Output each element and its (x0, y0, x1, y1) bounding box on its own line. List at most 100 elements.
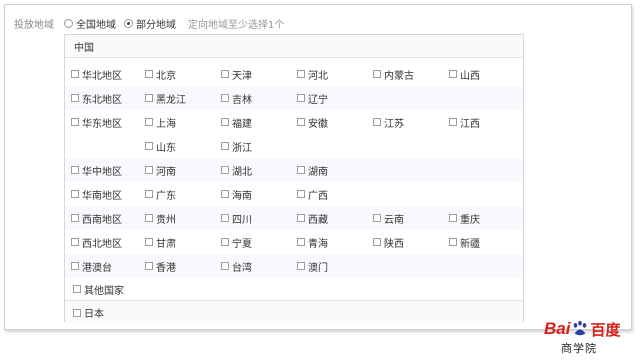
checkbox-icon[interactable] (373, 238, 381, 246)
checkbox-icon[interactable] (221, 214, 229, 222)
japan-row[interactable]: 日本 (65, 301, 523, 324)
checkbox-icon[interactable] (71, 190, 79, 198)
checkbox-icon[interactable] (71, 94, 79, 102)
province-checkbox[interactable]: 吉林 (221, 86, 252, 110)
checkbox-icon[interactable] (145, 70, 153, 78)
province-checkbox[interactable]: 河北 (297, 62, 328, 86)
province-name: 重庆 (460, 214, 480, 226)
checkbox-icon[interactable] (221, 70, 229, 78)
province-checkbox[interactable]: 上海 (145, 110, 176, 134)
province-checkbox[interactable]: 山东 (145, 134, 176, 158)
checkbox-icon[interactable] (297, 70, 305, 78)
checkbox-icon[interactable] (145, 118, 153, 126)
checkbox-icon[interactable] (71, 118, 79, 126)
checkbox-icon[interactable] (373, 70, 381, 78)
checkbox-icon[interactable] (145, 214, 153, 222)
other-countries-row[interactable]: 其他国家 (65, 278, 523, 301)
province-checkbox[interactable]: 甘肃 (145, 230, 176, 254)
checkbox-icon[interactable] (71, 166, 79, 174)
province-checkbox[interactable]: 青海 (297, 230, 328, 254)
checkbox-icon[interactable] (71, 238, 79, 246)
province-checkbox[interactable]: 浙江 (221, 134, 252, 158)
province-checkbox[interactable]: 贵州 (145, 206, 176, 230)
province-checkbox[interactable]: 天津 (221, 62, 252, 86)
checkbox-icon[interactable] (449, 214, 457, 222)
province-checkbox[interactable]: 安徽 (297, 110, 328, 134)
checkbox-icon[interactable] (145, 142, 153, 150)
checkbox-icon[interactable] (373, 118, 381, 126)
province-checkbox[interactable]: 海南 (221, 182, 252, 206)
checkbox-icon[interactable] (449, 238, 457, 246)
province-checkbox[interactable]: 福建 (221, 110, 252, 134)
region-checkbox[interactable]: 华中地区 (71, 158, 122, 182)
region-checkbox[interactable]: 港澳台 (71, 254, 112, 278)
region-checkbox[interactable]: 华东地区 (71, 110, 122, 134)
checkbox-icon[interactable] (297, 262, 305, 270)
checkbox-icon[interactable] (145, 166, 153, 174)
checkbox-icon[interactable] (71, 214, 79, 222)
radio-circle-icon[interactable] (64, 18, 73, 28)
province-name: 福建 (232, 118, 252, 130)
province-checkbox[interactable]: 重庆 (449, 206, 480, 230)
province-checkbox[interactable]: 湖北 (221, 158, 252, 182)
checkbox-icon[interactable] (221, 238, 229, 246)
checkbox-icon[interactable] (71, 262, 79, 270)
checkbox-icon[interactable] (145, 190, 153, 198)
region-checkbox[interactable]: 西南地区 (71, 206, 122, 230)
region-selector: 中国 华北地区 北京 天津 河北 内蒙古 山西 东北地区 黑龙江 吉林 辽宁 华东地区 上海 福建 安徽 江… (64, 34, 524, 324)
province-checkbox[interactable]: 北京 (145, 62, 176, 86)
checkbox-icon[interactable] (449, 118, 457, 126)
province-checkbox[interactable]: 四川 (221, 206, 252, 230)
province-name: 北京 (156, 70, 176, 82)
province-checkbox[interactable]: 山西 (449, 62, 480, 86)
checkbox-icon[interactable] (221, 166, 229, 174)
province-checkbox[interactable]: 广西 (297, 182, 328, 206)
province-checkbox[interactable]: 江西 (449, 110, 480, 134)
region-name: 华北地区 (82, 70, 122, 82)
region-checkbox[interactable]: 华南地区 (71, 182, 122, 206)
region-checkbox[interactable]: 华北地区 (71, 62, 122, 86)
province-name: 澳门 (308, 262, 328, 274)
region-checkbox[interactable]: 东北地区 (71, 86, 122, 110)
checkbox-icon[interactable] (297, 118, 305, 126)
province-checkbox[interactable]: 西藏 (297, 206, 328, 230)
checkbox-icon[interactable] (71, 70, 79, 78)
checkbox-icon[interactable] (297, 238, 305, 246)
checkbox-icon[interactable] (145, 94, 153, 102)
checkbox-icon[interactable] (221, 262, 229, 270)
radio-all-regions[interactable]: 全国地域 (64, 16, 116, 31)
checkbox-icon[interactable] (297, 190, 305, 198)
radio-partial-regions[interactable]: 部分地域 (124, 16, 176, 31)
region-name: 西南地区 (82, 214, 122, 226)
checkbox-icon[interactable] (221, 118, 229, 126)
radio-circle-checked-icon[interactable] (124, 18, 133, 28)
checkbox-icon[interactable] (221, 190, 229, 198)
province-checkbox[interactable]: 湖南 (297, 158, 328, 182)
checkbox-icon[interactable] (73, 308, 81, 317)
province-checkbox[interactable]: 云南 (373, 206, 404, 230)
province-checkbox[interactable]: 黑龙江 (145, 86, 186, 110)
checkbox-icon[interactable] (221, 142, 229, 150)
province-name: 河南 (156, 166, 176, 178)
checkbox-icon[interactable] (449, 70, 457, 78)
checkbox-icon[interactable] (297, 214, 305, 222)
province-checkbox[interactable]: 陕西 (373, 230, 404, 254)
province-checkbox[interactable]: 澳门 (297, 254, 328, 278)
checkbox-icon[interactable] (221, 94, 229, 102)
checkbox-icon[interactable] (297, 94, 305, 102)
checkbox-icon[interactable] (145, 262, 153, 270)
province-checkbox[interactable]: 新疆 (449, 230, 480, 254)
province-checkbox[interactable]: 江苏 (373, 110, 404, 134)
province-checkbox[interactable]: 辽宁 (297, 86, 328, 110)
province-checkbox[interactable]: 内蒙古 (373, 62, 414, 86)
region-checkbox[interactable]: 西北地区 (71, 230, 122, 254)
checkbox-icon[interactable] (145, 238, 153, 246)
checkbox-icon[interactable] (297, 166, 305, 174)
checkbox-icon[interactable] (373, 214, 381, 222)
province-checkbox[interactable]: 河南 (145, 158, 176, 182)
province-checkbox[interactable]: 台湾 (221, 254, 252, 278)
province-checkbox[interactable]: 香港 (145, 254, 176, 278)
province-checkbox[interactable]: 宁夏 (221, 230, 252, 254)
checkbox-icon[interactable] (73, 285, 81, 293)
province-checkbox[interactable]: 广东 (145, 182, 176, 206)
